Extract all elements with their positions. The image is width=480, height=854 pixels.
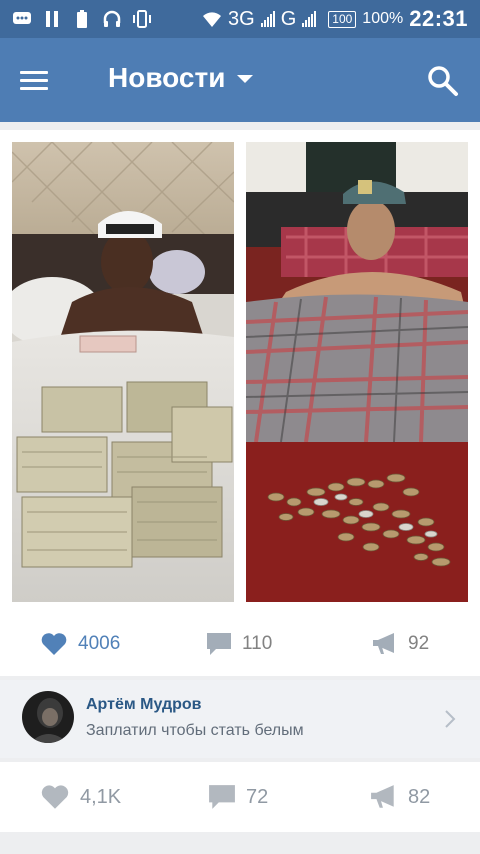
photo-coins[interactable] bbox=[246, 142, 468, 602]
network-g-label: G bbox=[280, 7, 297, 30]
signal-bars-icon bbox=[260, 11, 275, 27]
top-app-bar: Новости bbox=[0, 38, 480, 122]
repost-button[interactable]: 92 bbox=[372, 632, 429, 656]
page-title: Новости bbox=[108, 62, 226, 93]
network-3g-label: 3G bbox=[228, 7, 255, 30]
pause-icon bbox=[46, 11, 58, 27]
repost-count: 92 bbox=[408, 633, 430, 654]
photo-money-stacks[interactable] bbox=[12, 142, 234, 602]
section-switcher[interactable]: Новости bbox=[108, 62, 254, 94]
next-repost-button[interactable]: 82 bbox=[370, 784, 430, 810]
megaphone-icon bbox=[373, 633, 394, 654]
megaphone-icon bbox=[371, 785, 394, 808]
next-comment-button[interactable]: 72 bbox=[208, 784, 268, 810]
next-like-count: 4,1K bbox=[80, 785, 122, 808]
feed-post: 4006 110 92 bbox=[0, 130, 480, 676]
search-icon[interactable] bbox=[426, 64, 460, 98]
caret-down-icon bbox=[237, 75, 254, 83]
comment-icon bbox=[207, 633, 231, 655]
clock: 22:31 bbox=[409, 6, 468, 31]
headphones-icon bbox=[103, 10, 121, 27]
heart-icon bbox=[41, 785, 69, 809]
wifi-icon bbox=[203, 12, 222, 27]
like-count: 4006 bbox=[78, 633, 121, 654]
comment-text: Заплатил чтобы стать белым bbox=[86, 722, 304, 739]
comment-icon bbox=[209, 785, 235, 809]
signal-bars-2-icon bbox=[302, 11, 317, 27]
comment-button[interactable]: 110 bbox=[206, 632, 272, 656]
message-icon bbox=[13, 12, 31, 24]
comment-author[interactable]: Артём Мудров bbox=[86, 696, 202, 714]
battery-small-icon bbox=[77, 10, 87, 28]
hamburger-menu-icon[interactable] bbox=[20, 66, 64, 96]
next-repost-count: 82 bbox=[408, 785, 431, 808]
next-post-actions: 4,1K 72 82 bbox=[0, 762, 480, 832]
next-comment-count: 72 bbox=[246, 785, 269, 808]
like-button[interactable]: 4006 bbox=[40, 632, 120, 656]
chevron-right-icon bbox=[445, 710, 456, 728]
next-like-button[interactable]: 4,1K bbox=[40, 784, 121, 810]
heart-icon bbox=[41, 633, 67, 655]
comment-preview[interactable]: Артём Мудров Заплатил чтобы стать белым bbox=[0, 680, 480, 758]
status-right-icons: 3G G 100 100% 22:31 bbox=[202, 6, 468, 32]
status-bar: 3G G 100 100% 22:31 bbox=[0, 0, 480, 38]
battery-icon: 100 bbox=[328, 10, 357, 28]
avatar bbox=[22, 691, 74, 743]
battery-percent: 100% bbox=[362, 10, 404, 27]
vibrate-icon bbox=[133, 10, 151, 28]
comment-count: 110 bbox=[242, 633, 273, 654]
post-actions: 4006 110 92 bbox=[0, 626, 480, 666]
status-left-icons bbox=[12, 9, 152, 29]
